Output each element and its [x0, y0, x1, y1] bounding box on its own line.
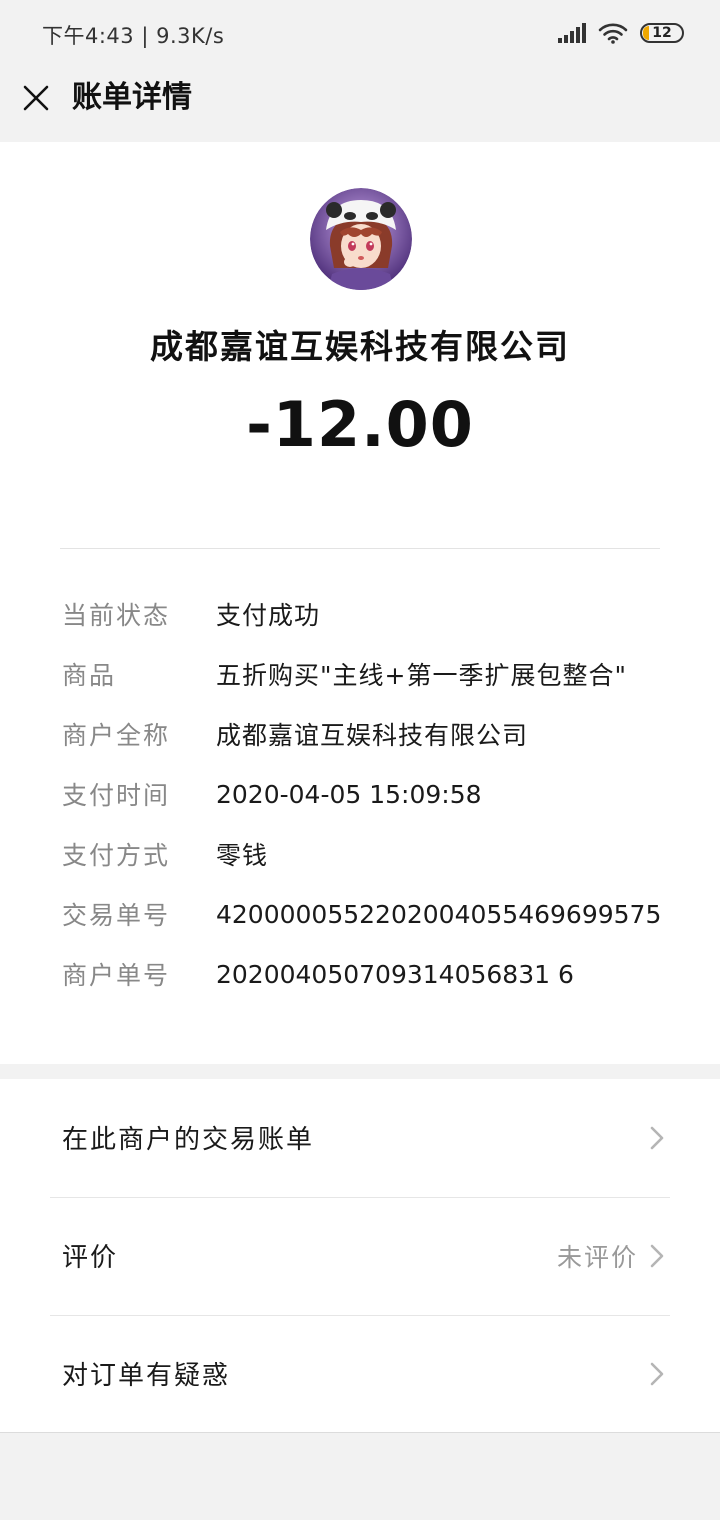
battery-level — [643, 26, 649, 40]
detail-value: 零钱 — [216, 841, 269, 870]
status-bar: 下午4:43 | 9.3K/s 12 — [0, 0, 720, 68]
wifi-icon — [598, 23, 628, 44]
order-question-item[interactable]: 对订单有疑惑 — [0, 1315, 720, 1432]
menu-label: 对订单有疑惑 — [62, 1361, 231, 1391]
detail-label: 当前状态 — [62, 601, 171, 630]
close-icon — [23, 85, 49, 111]
battery-icon: 12 — [640, 23, 684, 43]
bill-details: 当前状态 支付成功 商品 五折购买"主线+第一季扩展包整合" 商户全称 成都嘉谊… — [62, 584, 682, 1004]
signal-icon — [558, 23, 586, 43]
merchant-order-id[interactable]: 202004050709314056831 6 — [216, 960, 574, 989]
status-icons: 12 — [558, 22, 684, 44]
detail-label: 商品 — [62, 661, 117, 690]
detail-row-pay-method: 支付方式 零钱 — [62, 824, 682, 884]
merchant-avatar — [310, 188, 412, 290]
chevron-right-icon — [650, 1126, 664, 1149]
detail-label: 商户全称 — [62, 721, 171, 750]
menu-card: 在此商户的交易账单 评价 未评价 对订单有疑惑 — [0, 1079, 720, 1432]
bottom-divider — [0, 1432, 720, 1433]
detail-row-pay-time: 支付时间 2020-04-05 15:09:58 — [62, 764, 682, 824]
menu-label: 在此商户的交易账单 — [62, 1125, 315, 1155]
detail-value: 成都嘉谊互娱科技有限公司 — [216, 721, 529, 750]
amount: -12.00 — [246, 388, 474, 461]
merchant-name: 成都嘉谊互娱科技有限公司 — [150, 327, 570, 366]
detail-row-transaction-id: 交易单号 4200000552202004055469699575 — [62, 884, 682, 944]
detail-row-product: 商品 五折购买"主线+第一季扩展包整合" — [62, 644, 682, 704]
detail-row-merchant-order-id: 商户单号 202004050709314056831 6 — [62, 944, 682, 1004]
merchant-bills-item[interactable]: 在此商户的交易账单 — [0, 1079, 720, 1196]
chevron-right-icon — [650, 1244, 664, 1267]
divider — [60, 548, 660, 549]
detail-label: 支付时间 — [62, 781, 171, 810]
bill-card: 成都嘉谊互娱科技有限公司 -12.00 当前状态 支付成功 商品 五折购买"主线… — [0, 142, 720, 1064]
chevron-right-icon — [650, 1362, 664, 1385]
detail-row-merchant-fullname: 商户全称 成都嘉谊互娱科技有限公司 — [62, 704, 682, 764]
detail-label: 交易单号 — [62, 901, 171, 930]
detail-value: 五折购买"主线+第一季扩展包整合" — [216, 661, 627, 690]
status-time: 下午4:43 | 9.3K/s — [42, 24, 225, 48]
menu-label: 评价 — [62, 1243, 119, 1273]
page-title: 账单详情 — [72, 80, 192, 115]
detail-label: 支付方式 — [62, 841, 171, 870]
detail-value: 支付成功 — [216, 601, 321, 630]
detail-value: 2020-04-05 15:09:58 — [216, 779, 482, 809]
review-status: 未评价 — [556, 1242, 638, 1272]
review-item[interactable]: 评价 未评价 — [0, 1197, 720, 1314]
detail-row-status: 当前状态 支付成功 — [62, 584, 682, 644]
close-button[interactable] — [16, 78, 56, 118]
detail-label: 商户单号 — [62, 961, 171, 990]
transaction-id[interactable]: 4200000552202004055469699575 — [216, 900, 661, 929]
battery-text: 12 — [652, 25, 672, 41]
title-bar: 账单详情 — [0, 68, 720, 142]
